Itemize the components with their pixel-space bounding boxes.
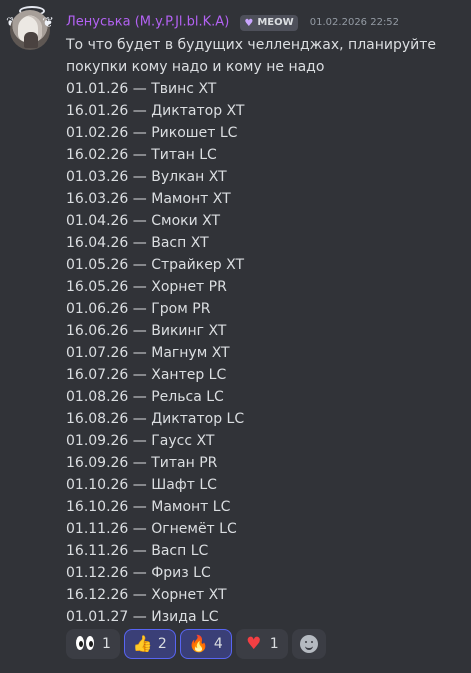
fire-icon: 🔥 [188, 634, 209, 653]
intro-line: покупки кому надо и кому не надо [66, 59, 325, 75]
schedule-line: 16.08.26 — Диктатор LC [66, 411, 245, 427]
schedule-line: 01.05.26 — Страйкер XT [66, 257, 245, 273]
reaction-count: 1 [102, 636, 111, 652]
schedule-line: 01.01.26 — Твинс XT [66, 81, 217, 97]
right-wing-decoration-icon: ❦ [42, 15, 54, 31]
schedule-line: 16.03.26 — Мамонт XT [66, 191, 231, 207]
schedule-line: 01.07.26 — Магнум XT [66, 345, 230, 361]
schedule-line: 16.06.26 — Викинг XT [66, 323, 227, 339]
eyes-icon [75, 635, 95, 653]
chat-message: ❦ ❦ Ленуська (M.y.P.Jl.bl.K.A) ♥MEOW 01.… [0, 0, 471, 673]
reaction-count: 2 [157, 636, 167, 652]
schedule-line: 16.02.26 — Титан LC [66, 147, 217, 163]
schedule-line: 01.09.26 — Гаусс XT [66, 433, 215, 449]
server-badge[interactable]: ♥ MEOW [240, 14, 298, 31]
schedule-line: 16.04.26 — Васп XT [66, 235, 209, 251]
reaction-fire[interactable]: 🔥 4 [179, 629, 232, 659]
reaction-bar: 1 👍 2 🔥 4 ♥ 1 [66, 629, 326, 659]
avatar-with-decoration[interactable]: ❦ ❦ [6, 6, 54, 54]
thumbs-up-icon: 👍 [132, 634, 153, 653]
schedule-line: 01.01.27 — Изида LC [66, 609, 219, 625]
schedule-line: 01.03.26 — Вулкан XT [66, 169, 227, 185]
schedule-line: 01.06.26 — Гром PR [66, 301, 211, 317]
reaction-count: 4 [213, 636, 223, 652]
reaction-eyes[interactable]: 1 [66, 629, 120, 659]
badge-label: MEOW [257, 16, 294, 28]
schedule-line: 01.10.26 — Шафт LC [66, 477, 217, 493]
message-header: Ленуська (M.y.P.Jl.bl.K.A) ♥ MEOW 01.02.2… [66, 12, 399, 31]
schedule-line: 01.02.26 — Рикошет LC [66, 125, 238, 141]
schedule-line: 16.05.26 — Хорнет PR [66, 279, 227, 295]
schedule-line: 16.09.26 — Титан PR [66, 455, 218, 471]
schedule-line: 16.01.26 — Диктатор XT [66, 103, 245, 119]
schedule-line: 16.12.26 — Хорнет XT [66, 587, 227, 603]
schedule-line: 01.08.26 — Рельса LC [66, 389, 224, 405]
left-eye-icon [76, 636, 84, 650]
schedule-line: 16.11.26 — Васп LC [66, 543, 209, 559]
schedule-line: 01.11.26 — Огнемёт LC [66, 521, 237, 537]
author-name[interactable]: Ленуська (M.y.P.Jl.bl.K.A) [66, 15, 229, 30]
heart-badge-icon: ♥ [244, 17, 254, 29]
message-timestamp[interactable]: 01.02.2026 22:52 [310, 17, 399, 28]
schedule-line: 16.07.26 — Хантер LC [66, 367, 227, 383]
add-reaction-icon [299, 635, 318, 653]
intro-line: То что будет в будущих челленджах, плани… [66, 37, 437, 53]
reaction-heart[interactable]: ♥ 1 [235, 629, 288, 659]
schedule-line: 01.12.26 — Фриз LC [66, 565, 211, 581]
message-content: То что будет в будущих челленджах, плани… [66, 34, 456, 628]
right-eye-icon [86, 636, 94, 650]
reaction-thumbs-up[interactable]: 👍 2 [123, 629, 176, 659]
add-reaction-button[interactable] [291, 629, 326, 659]
schedule-line: 16.10.26 — Мамонт LC [66, 499, 231, 515]
schedule-line: 01.04.26 — Смоки XT [66, 213, 221, 229]
heart-icon: ♥ [246, 634, 262, 654]
reaction-count: 1 [269, 636, 279, 652]
